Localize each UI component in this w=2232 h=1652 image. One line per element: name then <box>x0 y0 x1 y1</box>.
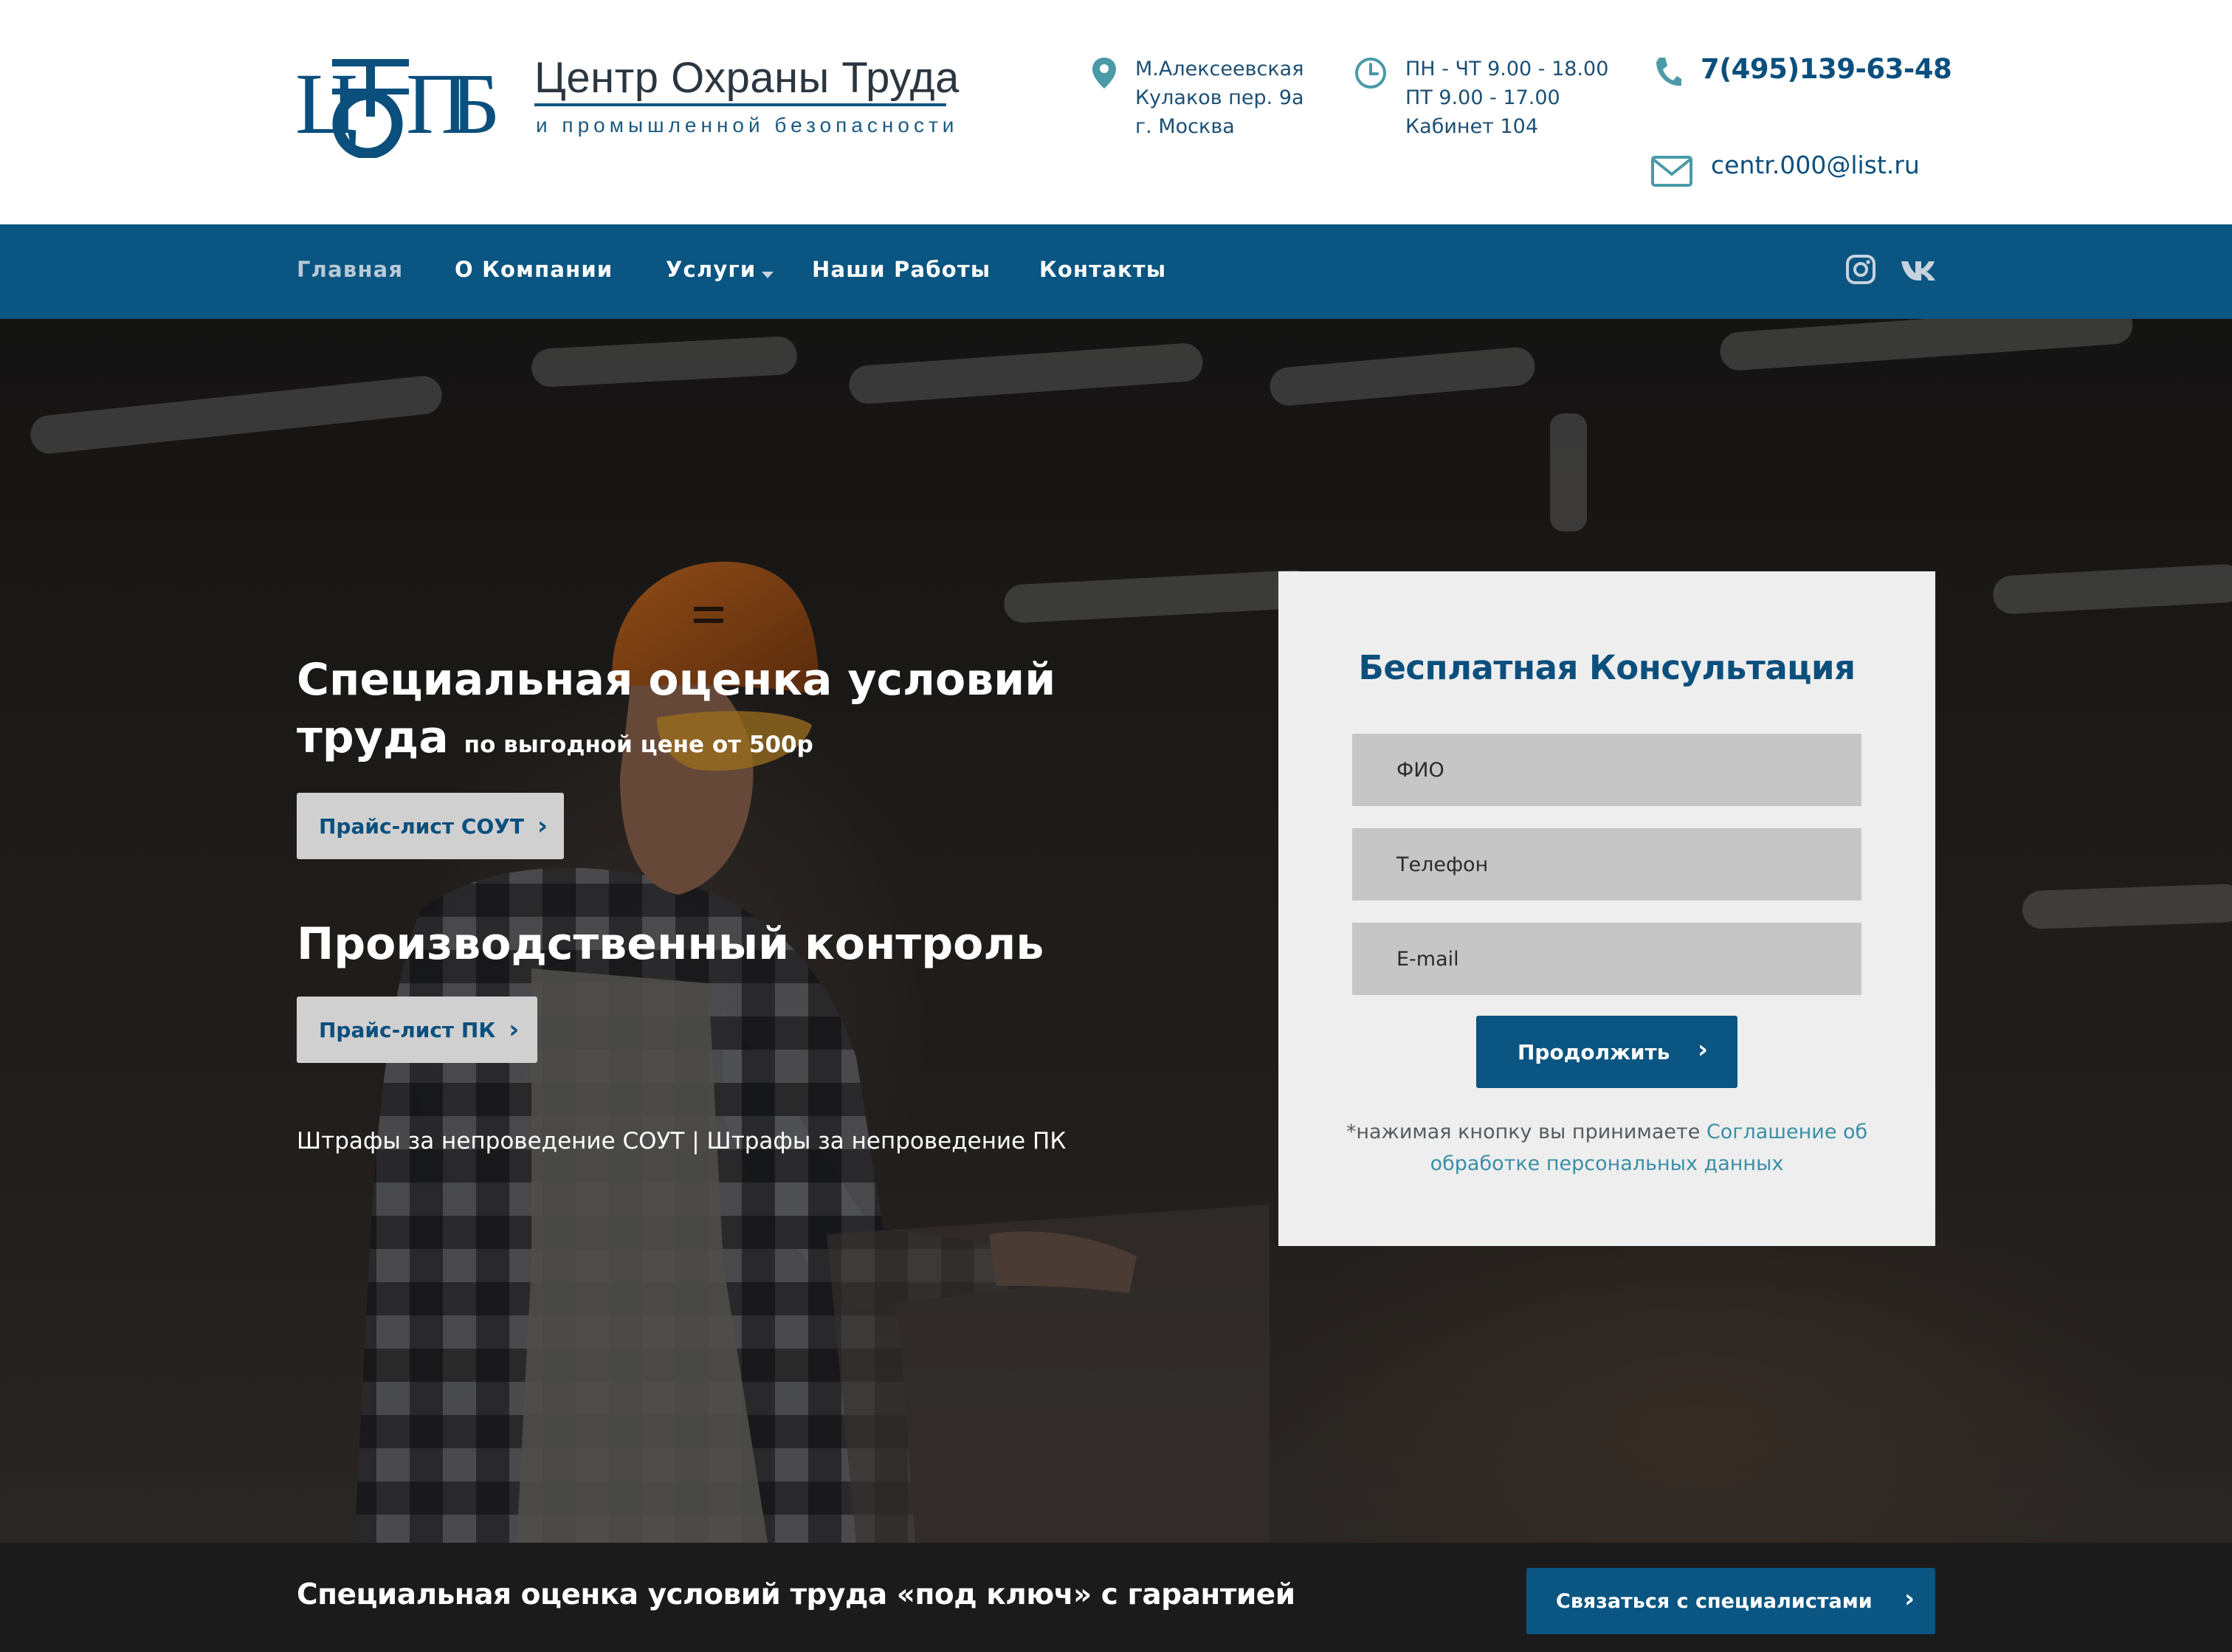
vk-icon[interactable] <box>1900 258 1937 282</box>
hours-block: ПН - ЧТ 9.00 - 18.00 ПТ 9.00 - 17.00 Каб… <box>1405 55 1608 141</box>
logo-title[interactable]: Центр Охраны Труда <box>534 53 960 103</box>
phone-field[interactable] <box>1352 828 1861 901</box>
pk-price-button-label: Прайс-лист ПК <box>319 1017 496 1042</box>
hours-line: ПТ 9.00 - 17.00 <box>1405 86 1560 109</box>
logo-subtitle: и промышленной безопасности <box>536 114 959 137</box>
pk-price-button[interactable]: Прайс-лист ПК › <box>297 997 537 1063</box>
cta-text: Специальная оценка условий труда «под кл… <box>297 1578 1295 1611</box>
nav-item-services[interactable]: Услуги <box>666 257 756 282</box>
nav-item-home[interactable]: Главная <box>297 257 403 282</box>
submit-button[interactable]: Продолжить › <box>1476 1016 1737 1088</box>
pk-title: Производственный контроль <box>297 918 1044 970</box>
form-title: Бесплатная Консультация <box>1358 648 1856 687</box>
logo-icon[interactable]: Ц П Б <box>295 49 499 158</box>
nav-item-contacts[interactable]: Контакты <box>1039 257 1166 282</box>
hero-section: Специальная оценка условий труда по выго… <box>0 319 2232 1543</box>
svg-text:Б: Б <box>450 55 499 152</box>
instagram-icon[interactable] <box>1845 254 1876 285</box>
mail-icon <box>1651 156 1692 187</box>
nav-item-works[interactable]: Наши Работы <box>812 257 991 282</box>
phone-icon <box>1656 58 1681 86</box>
sout-price-button[interactable]: Прайс-лист СОУТ › <box>297 793 564 859</box>
contact-specialists-label: Связаться с специалистами <box>1556 1589 1873 1613</box>
address-line: г. Москва <box>1135 115 1235 138</box>
name-field[interactable] <box>1352 734 1861 806</box>
chevron-right-icon: › <box>537 811 548 841</box>
chevron-right-icon: › <box>1904 1584 1915 1614</box>
hours-line: ПН - ЧТ 9.00 - 18.00 <box>1405 58 1609 80</box>
nav-item-about[interactable]: О Компании <box>455 257 613 282</box>
fines-links: Штрафы за непроведение СОУТ | Штрафы за … <box>297 1128 1066 1154</box>
fines-separator: | <box>692 1128 700 1154</box>
phone-link[interactable]: 7(495)139-63-48 <box>1701 53 1952 85</box>
submit-button-label: Продолжить <box>1518 1039 1670 1064</box>
consultation-form: Бесплатная Консультация Продолжить › *на… <box>1278 571 1935 1246</box>
cta-bar: Специальная оценка условий труда «под кл… <box>0 1543 2232 1652</box>
chevron-right-icon: › <box>1697 1035 1708 1064</box>
fines-pk-link[interactable]: Штрафы за непроведение ПК <box>707 1128 1067 1154</box>
address-block: М.Алексеевская Кулаков пер. 9а г. Москва <box>1135 55 1304 141</box>
chevron-right-icon: › <box>509 1015 520 1044</box>
address-line: Кулаков пер. 9а <box>1135 86 1304 109</box>
sout-price-note: по выгодной цене от 500р <box>464 732 813 758</box>
clock-icon <box>1355 58 1386 89</box>
address-line: М.Алексеевская <box>1135 58 1304 80</box>
consent-note: *нажимая кнопку вы принимаете Соглашение… <box>1323 1116 1891 1180</box>
sout-price-button-label: Прайс-лист СОУТ <box>319 813 524 839</box>
email-field[interactable] <box>1352 923 1861 995</box>
email-link[interactable]: centr.000@list.ru <box>1711 151 1920 179</box>
main-nav: Главная О Компании Услуги Наши Работы Ко… <box>0 224 2232 319</box>
site-header: Ц П Б Центр Охраны Труда и промышленной … <box>0 0 2232 224</box>
logo-divider <box>534 103 946 106</box>
sout-heading: Специальная оценка условий труда по выго… <box>297 651 1123 774</box>
chevron-down-icon[interactable] <box>762 272 774 278</box>
hours-line: Кабинет 104 <box>1405 115 1539 138</box>
fines-sout-link[interactable]: Штрафы за непроведение СОУТ <box>297 1128 684 1154</box>
contact-specialists-button[interactable]: Связаться с специалистами › <box>1526 1568 1935 1634</box>
map-pin-icon <box>1092 58 1116 89</box>
consent-prefix: *нажимая кнопку вы принимаете <box>1346 1121 1701 1143</box>
